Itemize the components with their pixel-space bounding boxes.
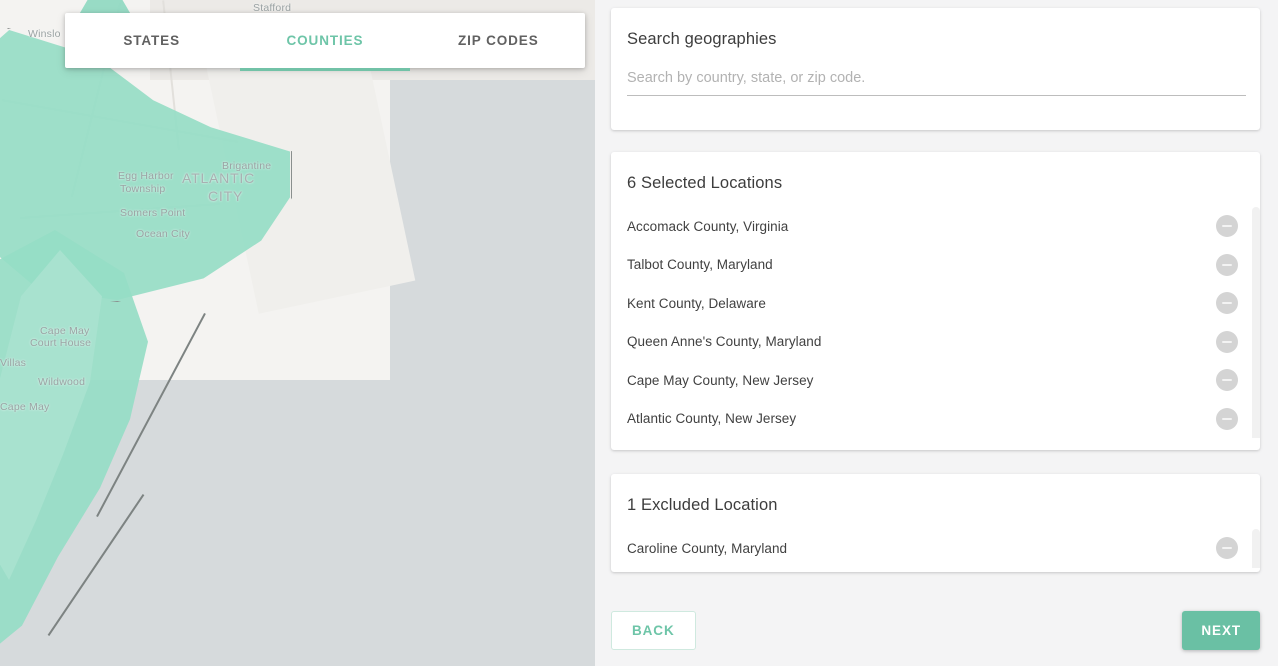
geography-type-tabs: STATES COUNTIES ZIP CODES	[65, 13, 585, 71]
tab-states[interactable]: STATES	[65, 13, 238, 68]
tab-zip-codes-label: ZIP CODES	[458, 33, 539, 48]
selected-locations-title: 6 Selected Locations	[627, 174, 783, 192]
minus-glyph	[1222, 302, 1232, 305]
minus-glyph	[1222, 263, 1232, 266]
location-row: Talbot County, Maryland	[611, 246, 1260, 285]
minus-circle-icon[interactable]	[1216, 253, 1238, 276]
tab-zip-codes[interactable]: ZIP CODES	[412, 13, 585, 68]
search-field-wrapper	[611, 49, 1260, 96]
minus-circle-icon[interactable]	[1216, 292, 1238, 315]
minus-circle-icon[interactable]	[1216, 330, 1238, 353]
excluded-locations-title: 1 Excluded Location	[627, 496, 778, 514]
tab-states-label: STATES	[123, 33, 180, 48]
location-name: Accomack County, Virginia	[627, 218, 789, 234]
minus-glyph	[1222, 379, 1232, 382]
selected-locations-card: 6 Selected Locations Accomack County, Vi…	[611, 152, 1260, 450]
search-card-title: Search geographies	[627, 30, 777, 48]
minus-glyph	[1222, 417, 1232, 420]
minus-glyph	[1222, 547, 1232, 550]
tab-counties[interactable]: COUNTIES	[238, 13, 411, 71]
location-row: Cape May County, New Jersey	[611, 361, 1260, 400]
back-button[interactable]: BACK	[611, 611, 696, 650]
tab-counties-label: COUNTIES	[286, 33, 364, 48]
location-row: Caroline County, Maryland	[611, 529, 1260, 568]
minus-glyph	[1222, 225, 1232, 228]
geography-sidebar: Search geographies 6 Selected Locations …	[595, 0, 1278, 666]
location-row: Atlantic County, New Jersey	[611, 400, 1260, 439]
location-row: Queen Anne's County, Maryland	[611, 323, 1260, 362]
minus-circle-icon[interactable]	[1216, 407, 1238, 430]
selected-list-scrollbar[interactable]	[1252, 207, 1260, 438]
location-name: Cape May County, New Jersey	[627, 372, 814, 388]
search-input[interactable]	[627, 70, 1246, 96]
wizard-footer: BACK NEXT	[611, 611, 1260, 650]
location-name: Talbot County, Maryland	[627, 257, 773, 273]
location-name: Atlantic County, New Jersey	[627, 411, 797, 427]
excluded-list-scrollbar[interactable]	[1252, 529, 1260, 568]
excluded-locations-card: 1 Excluded Location Caroline County, Mar…	[611, 474, 1260, 572]
minus-circle-icon[interactable]	[1216, 215, 1238, 238]
minus-circle-icon[interactable]	[1216, 369, 1238, 392]
location-row: Accomack County, Virginia	[611, 207, 1260, 246]
map-pane[interactable]: Stafford Winslo Egg Harbor Township ATLANTIC…	[0, 0, 595, 666]
next-button[interactable]: NEXT	[1182, 611, 1260, 650]
excluded-locations-list[interactable]: Caroline County, Maryland	[611, 529, 1260, 568]
location-row: Kent County, Delaware	[611, 284, 1260, 323]
geography-selection-screen: Stafford Winslo Egg Harbor Township ATLANTIC…	[0, 0, 1278, 666]
location-name: Queen Anne's County, Maryland	[627, 334, 822, 350]
location-name: Kent County, Delaware	[627, 295, 766, 311]
selected-locations-list[interactable]: Accomack County, Virginia Talbot County, …	[611, 207, 1260, 438]
location-name: Caroline County, Maryland	[627, 540, 788, 556]
minus-glyph	[1222, 340, 1232, 343]
search-card: Search geographies	[611, 8, 1260, 130]
minus-circle-icon[interactable]	[1216, 537, 1238, 560]
